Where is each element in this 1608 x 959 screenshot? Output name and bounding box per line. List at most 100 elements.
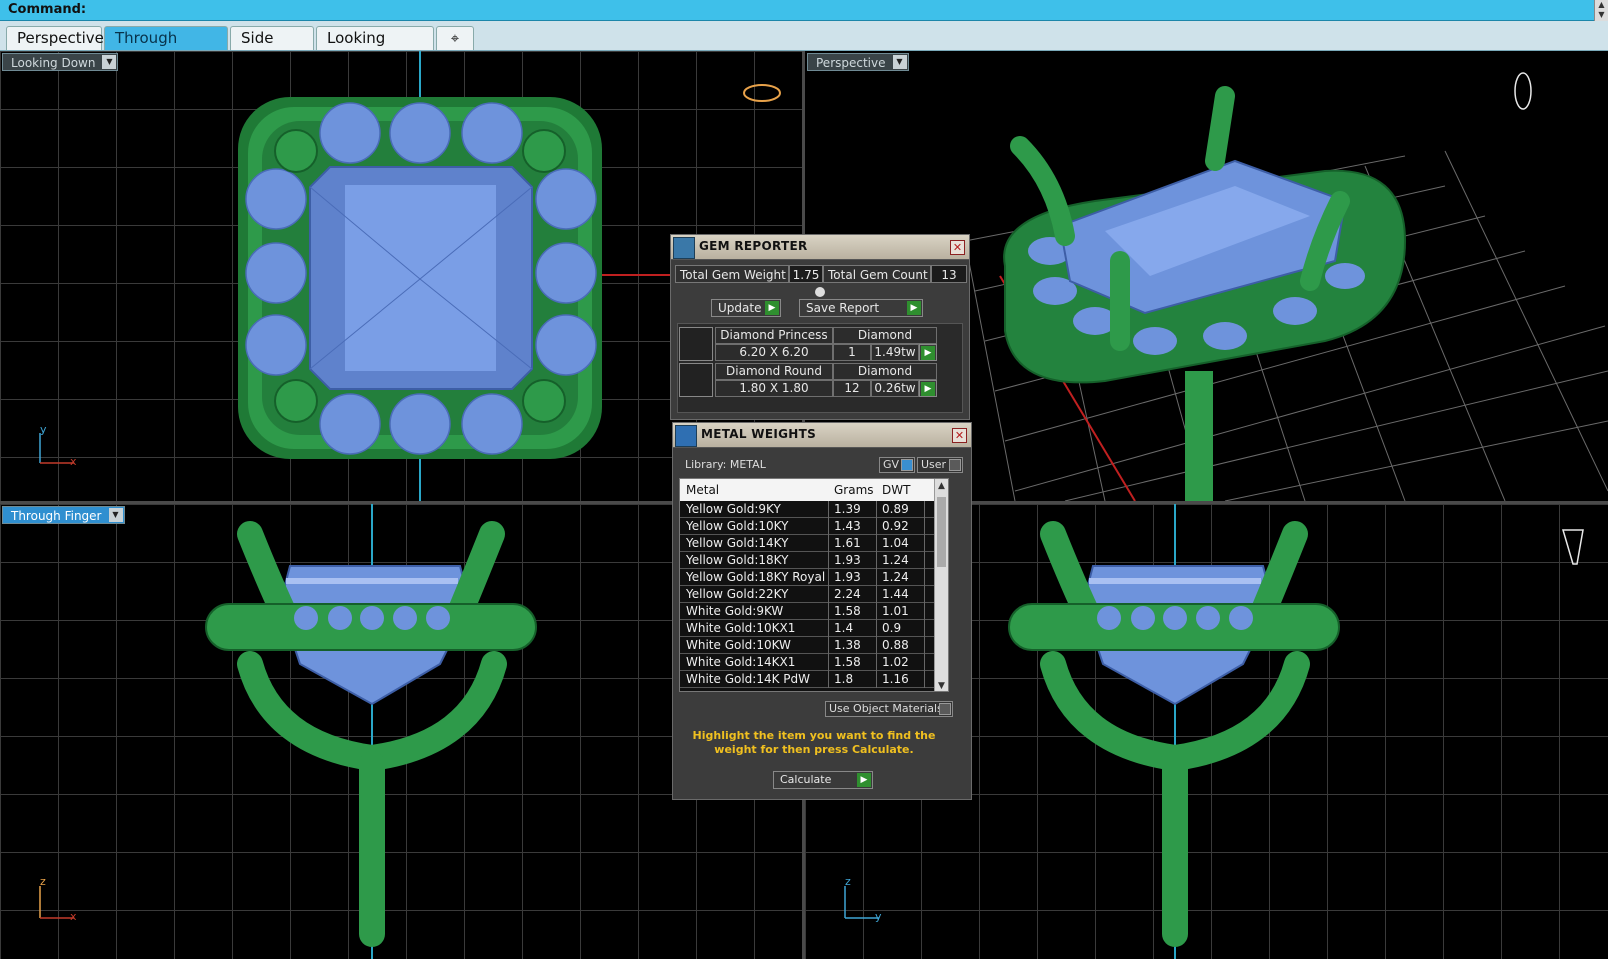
- metal-name-cell: Yellow Gold:9KY: [686, 502, 781, 516]
- table-row[interactable]: Yellow Gold:22KY 2.24 1.44: [680, 586, 936, 603]
- metal-weights-icon: [675, 425, 697, 447]
- user-toggle-label: User: [921, 458, 947, 471]
- save-report-button[interactable]: Save Report ▶: [799, 299, 923, 317]
- metal-weights-titlebar[interactable]: METAL WEIGHTS ✕: [673, 423, 971, 448]
- table-row[interactable]: White Gold:9KW 1.58 1.01: [680, 603, 936, 620]
- dwt-cell: 1.24: [882, 553, 909, 567]
- tab-looking-down[interactable]: Looking Down: [316, 26, 434, 69]
- gem-size: 6.20 X 6.20: [715, 344, 833, 361]
- plus-icon[interactable]: ⌖: [436, 26, 474, 50]
- table-row[interactable]: White Gold:14K PdW 1.8 1.16: [680, 671, 936, 688]
- table-row[interactable]: Yellow Gold:18KY Royal 1.93 1.24: [680, 569, 936, 586]
- close-icon[interactable]: ✕: [952, 428, 967, 443]
- metal-name-cell: Yellow Gold:10KY: [686, 519, 789, 533]
- grams-cell: 1.58: [834, 655, 861, 669]
- use-object-materials-label: Use Object Materials: [829, 702, 943, 715]
- save-report-button-label: Save Report: [806, 301, 880, 315]
- axis-label-x: x: [70, 455, 77, 468]
- user-toggle[interactable]: User: [917, 457, 963, 473]
- table-row[interactable]: Yellow Gold:14KY 1.61 1.04: [680, 535, 936, 552]
- table-row[interactable]: White Gold:10KW 1.38 0.88: [680, 637, 936, 654]
- grams-cell: 1.8: [834, 672, 854, 686]
- total-gem-weight-value: 1.75: [789, 265, 823, 283]
- table-row[interactable]: White Gold:10KX1 1.4 0.9: [680, 620, 936, 637]
- command-scroll[interactable]: ▲ ▼: [1594, 0, 1608, 21]
- grams-cell: 1.4: [834, 621, 854, 635]
- calculate-button-label: Calculate: [780, 773, 832, 786]
- tab-through-finger[interactable]: Through Finger: [104, 26, 228, 69]
- checkbox-icon: [949, 459, 961, 471]
- update-button[interactable]: Update ▶: [711, 299, 781, 317]
- chevron-down-icon[interactable]: ▼: [892, 55, 907, 69]
- gem-material: Diamond: [833, 363, 937, 380]
- table-row[interactable]: White Gold:14KX1 1.58 1.02: [680, 654, 936, 671]
- checkbox-icon: [939, 703, 951, 715]
- princess-cut-gem-icon: [679, 327, 713, 361]
- metal-name-cell: White Gold:10KW: [686, 638, 791, 652]
- metal-name-cell: Yellow Gold:22KY: [686, 587, 789, 601]
- grams-cell: 1.93: [834, 570, 861, 584]
- gem-name: Diamond Princess: [715, 327, 833, 344]
- dwt-cell: 1.04: [882, 536, 909, 550]
- scroll-down-icon[interactable]: ▼: [935, 679, 948, 691]
- command-bar[interactable]: Command: ▲ ▼: [0, 0, 1608, 21]
- tab-perspective[interactable]: Perspective: [6, 26, 104, 50]
- chevron-down-icon[interactable]: ▼: [108, 508, 123, 522]
- gem-name: Diamond Round: [715, 363, 833, 380]
- dwt-cell: 1.16: [882, 672, 909, 686]
- use-object-materials-toggle[interactable]: Use Object Materials: [825, 701, 953, 717]
- table-scrollbar[interactable]: ▲ ▼: [934, 479, 948, 691]
- gem-row-round[interactable]: Diamond Round Diamond 1.80 X 1.80 12 0.2…: [679, 363, 937, 397]
- gem-reporter-titlebar[interactable]: GEM REPORTER ✕: [671, 235, 969, 260]
- metal-name-cell: White Gold:10KX1: [686, 621, 796, 635]
- grams-cell: 2.24: [834, 587, 861, 601]
- grams-cell: 1.58: [834, 604, 861, 618]
- dwt-cell: 1.01: [882, 604, 909, 618]
- grams-cell: 1.93: [834, 553, 861, 567]
- command-label: Command:: [8, 2, 87, 17]
- scroll-thumb[interactable]: [937, 497, 946, 567]
- gem-reporter-title: GEM REPORTER: [699, 239, 808, 253]
- play-arrow-icon: ▶: [765, 301, 779, 315]
- viewport-label-looking-down[interactable]: Looking Down ▼: [2, 53, 119, 71]
- gem-reporter-panel: GEM REPORTER ✕ Total Gem Weight 1.75 Tot…: [670, 234, 970, 420]
- table-row[interactable]: Yellow Gold:18KY 1.93 1.24: [680, 552, 936, 569]
- column-header-grams: Grams: [834, 483, 874, 497]
- chevron-down-icon[interactable]: ▼: [102, 55, 117, 69]
- viewport-label-through-finger[interactable]: Through Finger ▼: [2, 506, 125, 524]
- metal-name-cell: Yellow Gold:18KY: [686, 553, 789, 567]
- gem-row-go-button[interactable]: ▶: [919, 344, 937, 361]
- update-button-label: Update: [718, 301, 762, 315]
- calculate-button[interactable]: Calculate ▶: [773, 771, 873, 789]
- axis-gizmo: [844, 886, 879, 919]
- gem-count: 1: [833, 344, 871, 361]
- dwt-cell: 0.92: [882, 519, 909, 533]
- gem-weight: 0.26tw: [871, 380, 919, 397]
- play-arrow-icon: ▶: [907, 301, 921, 315]
- table-row[interactable]: Yellow Gold:10KY 1.43 0.92: [680, 518, 936, 535]
- dwt-cell: 0.9: [882, 621, 902, 635]
- dwt-cell: 0.88: [882, 638, 909, 652]
- grams-cell: 1.38: [834, 638, 861, 652]
- gem-row-go-button[interactable]: ▶: [919, 380, 937, 397]
- viewport-label-perspective[interactable]: Perspective ▼: [807, 53, 909, 71]
- axis-label-y: y: [875, 910, 882, 923]
- metal-name-cell: White Gold:9KW: [686, 604, 784, 618]
- scroll-up-icon[interactable]: ▲: [935, 479, 948, 493]
- collapse-handle-icon[interactable]: [815, 287, 825, 297]
- gv-toggle[interactable]: GV: [879, 457, 915, 473]
- dwt-cell: 1.02: [882, 655, 909, 669]
- total-gem-count-label: Total Gem Count: [823, 265, 931, 283]
- dwt-cell: 1.44: [882, 587, 909, 601]
- total-gem-count-field: Total Gem Count 13: [823, 265, 967, 283]
- table-row[interactable]: Yellow Gold:9KY 1.39 0.89: [680, 501, 936, 518]
- gem-row-princess[interactable]: Diamond Princess Diamond 6.20 X 6.20 1 1…: [679, 327, 937, 361]
- axis-gizmo: [39, 433, 74, 464]
- column-header-dwt: DWT: [882, 483, 911, 497]
- viewport-label-text: Looking Down: [11, 56, 96, 70]
- tab-side-view[interactable]: Side View: [230, 26, 314, 69]
- metal-weights-table[interactable]: Metal Grams DWT Yellow Gold:9KY 1.39 0.89 Y…: [679, 478, 949, 692]
- calculate-hint: Highlight the item you want to find the …: [692, 729, 936, 756]
- grams-cell: 1.43: [834, 519, 861, 533]
- close-icon[interactable]: ✕: [950, 240, 965, 255]
